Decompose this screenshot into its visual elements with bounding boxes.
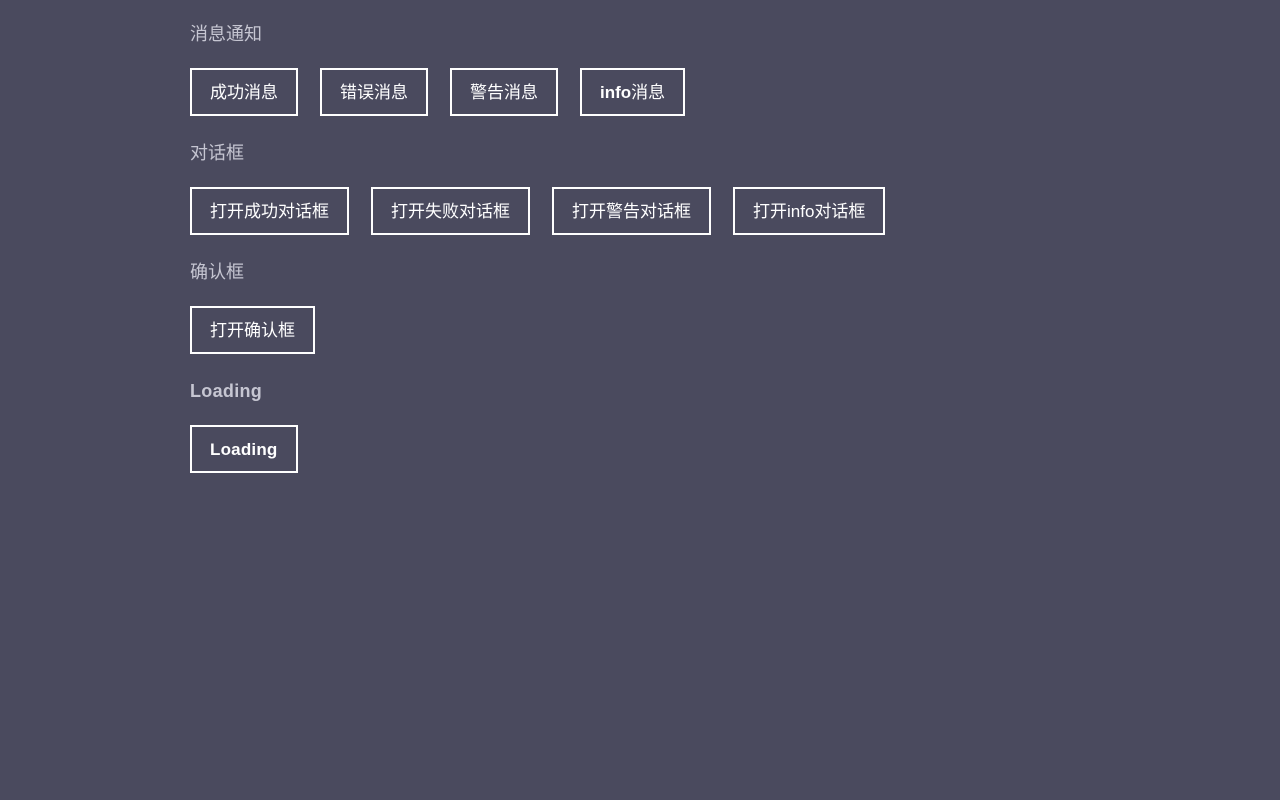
section-title-confirm: 确认框 (190, 262, 244, 282)
page-root: 消息通知 成功消息 错误消息 警告消息 info 消息 对话框 打开成功对话框 打… (0, 0, 1280, 473)
open-success-dialog-button-label: 打开成功对话框 (210, 201, 329, 221)
section-title-dialog: 对话框 (190, 143, 244, 163)
success-message-button-label: 成功消息 (210, 82, 278, 102)
loading-button-label: Loading (210, 439, 278, 459)
section-title-loading: Loading (190, 381, 263, 401)
info-message-button[interactable]: info 消息 (580, 68, 686, 116)
open-info-dialog-button-label: 打开info对话框 (753, 201, 866, 221)
error-message-button-label: 错误消息 (340, 82, 408, 102)
open-warning-dialog-button-label: 打开警告对话框 (572, 201, 691, 221)
info-message-button-label-latin: info (600, 82, 632, 102)
open-confirm-dialog-button-label: 打开确认框 (210, 320, 295, 340)
loading-button[interactable]: Loading (190, 425, 298, 473)
open-warning-dialog-button[interactable]: 打开警告对话框 (552, 187, 711, 235)
open-failure-dialog-button-label: 打开失败对话框 (391, 201, 510, 221)
open-success-dialog-button[interactable]: 打开成功对话框 (190, 187, 349, 235)
open-failure-dialog-button[interactable]: 打开失败对话框 (371, 187, 530, 235)
confirm-button-row: 打开确认框 (190, 306, 1280, 354)
section-confirm: 确认框 打开确认框 (190, 258, 1280, 354)
success-message-button[interactable]: 成功消息 (190, 68, 298, 116)
info-message-button-label-cjk: 消息 (631, 82, 666, 102)
section-dialog: 对话框 打开成功对话框 打开失败对话框 打开警告对话框 打开info对话框 (190, 139, 1280, 235)
error-message-button[interactable]: 错误消息 (320, 68, 428, 116)
section-title-message-notification: 消息通知 (190, 24, 262, 44)
open-confirm-dialog-button[interactable]: 打开确认框 (190, 306, 315, 354)
warning-message-button-label: 警告消息 (470, 82, 538, 102)
dialog-button-row: 打开成功对话框 打开失败对话框 打开警告对话框 打开info对话框 (190, 187, 1280, 235)
section-message-notification: 消息通知 成功消息 错误消息 警告消息 info 消息 (190, 20, 1280, 116)
open-info-dialog-button[interactable]: 打开info对话框 (733, 187, 886, 235)
warning-message-button[interactable]: 警告消息 (450, 68, 558, 116)
loading-button-row: Loading (190, 425, 1280, 473)
message-notification-button-row: 成功消息 错误消息 警告消息 info 消息 (190, 68, 1280, 116)
section-loading: Loading Loading (190, 377, 1280, 473)
